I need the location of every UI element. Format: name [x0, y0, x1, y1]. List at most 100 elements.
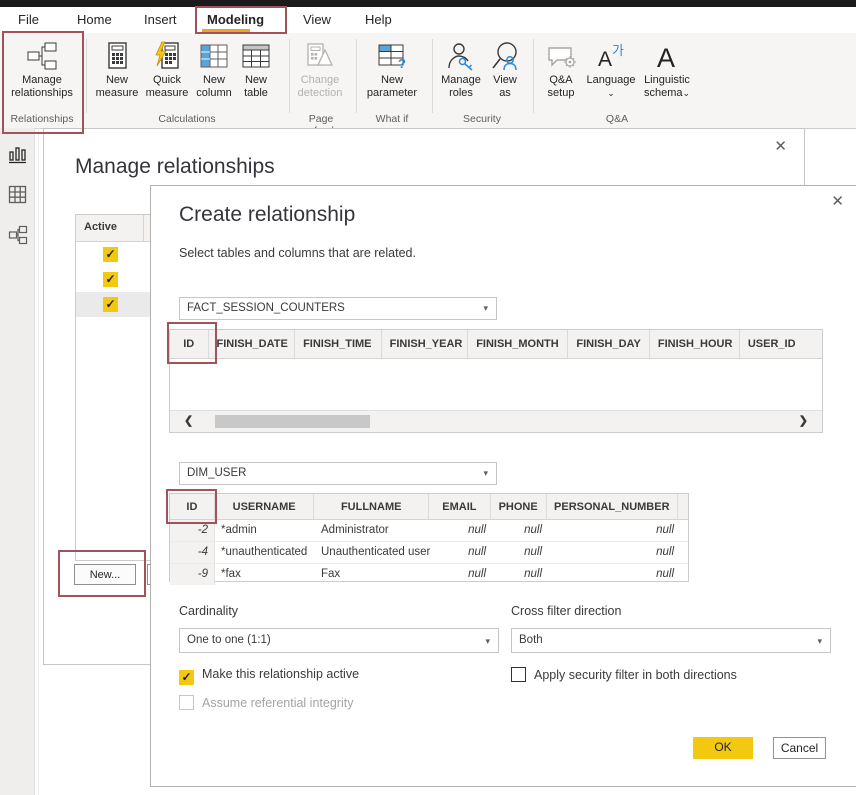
active-checkbox[interactable]: ✓	[103, 247, 118, 262]
column-header[interactable]: FINISH_DATE	[209, 330, 296, 358]
security-filter-checkbox-row[interactable]: Apply security filter in both directions	[511, 667, 737, 682]
ok-button[interactable]: OK	[693, 737, 753, 759]
language-button[interactable]: A 가 Language⌄	[584, 41, 638, 100]
table-row[interactable]: -2 *admin Administrator null null null	[170, 520, 688, 542]
svg-text:A: A	[657, 43, 675, 71]
create-dialog-title: Create relationship	[179, 203, 355, 227]
cell-personal-number: null	[548, 542, 680, 563]
cell-phone: null	[492, 564, 548, 585]
group-label-what-if: What if	[364, 113, 420, 125]
table-row[interactable]: -9 *fax Fax null null null	[170, 564, 688, 585]
report-view-icon[interactable]	[8, 145, 27, 164]
close-icon[interactable]: ✕	[774, 140, 787, 154]
horizontal-scrollbar[interactable]: ❮ ❯	[170, 410, 822, 432]
chevron-down-icon: ⌄	[607, 88, 615, 98]
column-header[interactable]: ID	[170, 330, 209, 358]
cell-phone: null	[492, 520, 548, 541]
new-table-icon	[241, 41, 271, 71]
change-detection-button[interactable]: Change detection	[292, 41, 348, 100]
new-column-label: New column	[192, 74, 236, 100]
column-header[interactable]: FINISH_HOUR	[650, 330, 740, 358]
change-detection-icon	[305, 41, 335, 71]
qa-setup-button[interactable]: Q&A setup	[538, 41, 584, 100]
cancel-button[interactable]: Cancel	[773, 737, 826, 759]
linguistic-schema-label: Linguistic schema⌄	[638, 74, 696, 100]
group-label-qa: Q&A	[538, 113, 696, 125]
language-icon: A 가	[594, 41, 628, 71]
group-label-relationships: Relationships	[0, 113, 84, 125]
cardinality-dropdown[interactable]: One to one (1:1) ▾	[179, 628, 499, 653]
cell-personal-number: null	[548, 564, 680, 585]
new-table-button[interactable]: New table	[236, 41, 276, 100]
model-view-icon[interactable]	[8, 225, 28, 245]
referential-integrity-checkbox	[179, 695, 194, 710]
menu-modeling[interactable]: Modeling	[207, 12, 264, 27]
menubar: File Home Insert Modeling View Help	[0, 7, 856, 33]
cross-filter-value: Both	[519, 634, 543, 646]
column-header[interactable]: ID	[170, 494, 215, 519]
quick-measure-label: Quick measure	[142, 74, 192, 100]
quick-measure-icon	[153, 41, 181, 71]
linguistic-schema-button[interactable]: A Linguistic schema⌄	[638, 41, 696, 100]
active-checkbox[interactable]: ✓	[103, 272, 118, 287]
ribbon-separator	[432, 39, 433, 113]
scroll-right-icon[interactable]: ❯	[799, 414, 808, 427]
menu-insert[interactable]: Insert	[144, 12, 177, 27]
column-header[interactable]: PHONE	[491, 494, 547, 519]
linguistic-schema-icon: A	[652, 41, 682, 71]
security-filter-checkbox[interactable]	[511, 667, 526, 682]
new-measure-icon	[103, 41, 131, 71]
security-filter-label: Apply security filter in both directions	[534, 668, 737, 682]
from-table-dropdown[interactable]: FACT_SESSION_COUNTERS ▾	[179, 297, 497, 320]
new-column-icon	[199, 41, 229, 71]
from-table-value: FACT_SESSION_COUNTERS	[187, 302, 345, 314]
menu-file[interactable]: File	[18, 12, 39, 27]
menu-home[interactable]: Home	[77, 12, 112, 27]
manage-roles-label: Manage roles	[438, 74, 484, 100]
scroll-left-icon[interactable]: ❮	[184, 414, 193, 427]
cell-username: *fax	[215, 564, 315, 585]
close-icon[interactable]: ✕	[831, 195, 844, 209]
table-row[interactable]: -4 *unauthenticated Unauthenticated user…	[170, 542, 688, 564]
column-header[interactable]: USER_ID	[740, 330, 822, 358]
new-column-button[interactable]: New column	[192, 41, 236, 100]
chevron-down-icon: ▾	[483, 468, 488, 479]
column-header[interactable]: FINISH_TIME	[295, 330, 382, 358]
cell-fullname: Fax	[315, 564, 430, 585]
new-relationship-button[interactable]: New...	[74, 564, 136, 585]
to-table-dropdown[interactable]: DIM_USER ▾	[179, 462, 497, 485]
window-titlebar	[0, 0, 856, 7]
create-dialog-subtitle: Select tables and columns that are relat…	[179, 246, 416, 260]
data-view-icon[interactable]	[8, 185, 27, 204]
chevron-down-icon: ⌄	[682, 88, 690, 98]
new-measure-button[interactable]: New measure	[92, 41, 142, 100]
cross-filter-label: Cross filter direction	[511, 604, 621, 618]
from-table-preview: ID FINISH_DATE FINISH_TIME FINISH_YEAR F…	[169, 329, 823, 433]
active-column-header: Active	[76, 215, 144, 241]
column-header[interactable]: PERSONAL_NUMBER	[547, 494, 678, 519]
active-checkbox[interactable]: ✓	[103, 297, 118, 312]
cell-email: null	[430, 564, 492, 585]
scrollbar-thumb[interactable]	[215, 415, 370, 428]
make-active-checkbox-row[interactable]: ✓Make this relationship active	[179, 667, 359, 685]
manage-relationships-button[interactable]: Manage relationships	[3, 41, 81, 100]
quick-measure-button[interactable]: Quick measure	[142, 41, 192, 100]
column-header[interactable]: FINISH_MONTH	[468, 330, 568, 358]
manage-roles-button[interactable]: Manage roles	[438, 41, 484, 100]
column-header[interactable]: FINISH_YEAR	[382, 330, 469, 358]
make-active-checkbox[interactable]: ✓	[179, 670, 194, 685]
view-as-button[interactable]: View as	[486, 41, 524, 100]
chevron-down-icon: ▾	[483, 303, 488, 314]
column-header[interactable]: EMAIL	[429, 494, 491, 519]
cross-filter-dropdown[interactable]: Both ▾	[511, 628, 831, 653]
column-header[interactable]: USERNAME	[215, 494, 315, 519]
new-parameter-button[interactable]: ? New parameter	[364, 41, 420, 100]
menu-help[interactable]: Help	[365, 12, 392, 27]
view-as-icon	[490, 41, 520, 71]
column-header[interactable]: FINISH_DAY	[568, 330, 649, 358]
menu-view[interactable]: View	[303, 12, 331, 27]
column-header[interactable]: FULLNAME	[314, 494, 429, 519]
cell-fullname: Administrator	[315, 520, 430, 541]
svg-text:A: A	[598, 48, 612, 71]
group-label-calculations: Calculations	[92, 113, 282, 125]
